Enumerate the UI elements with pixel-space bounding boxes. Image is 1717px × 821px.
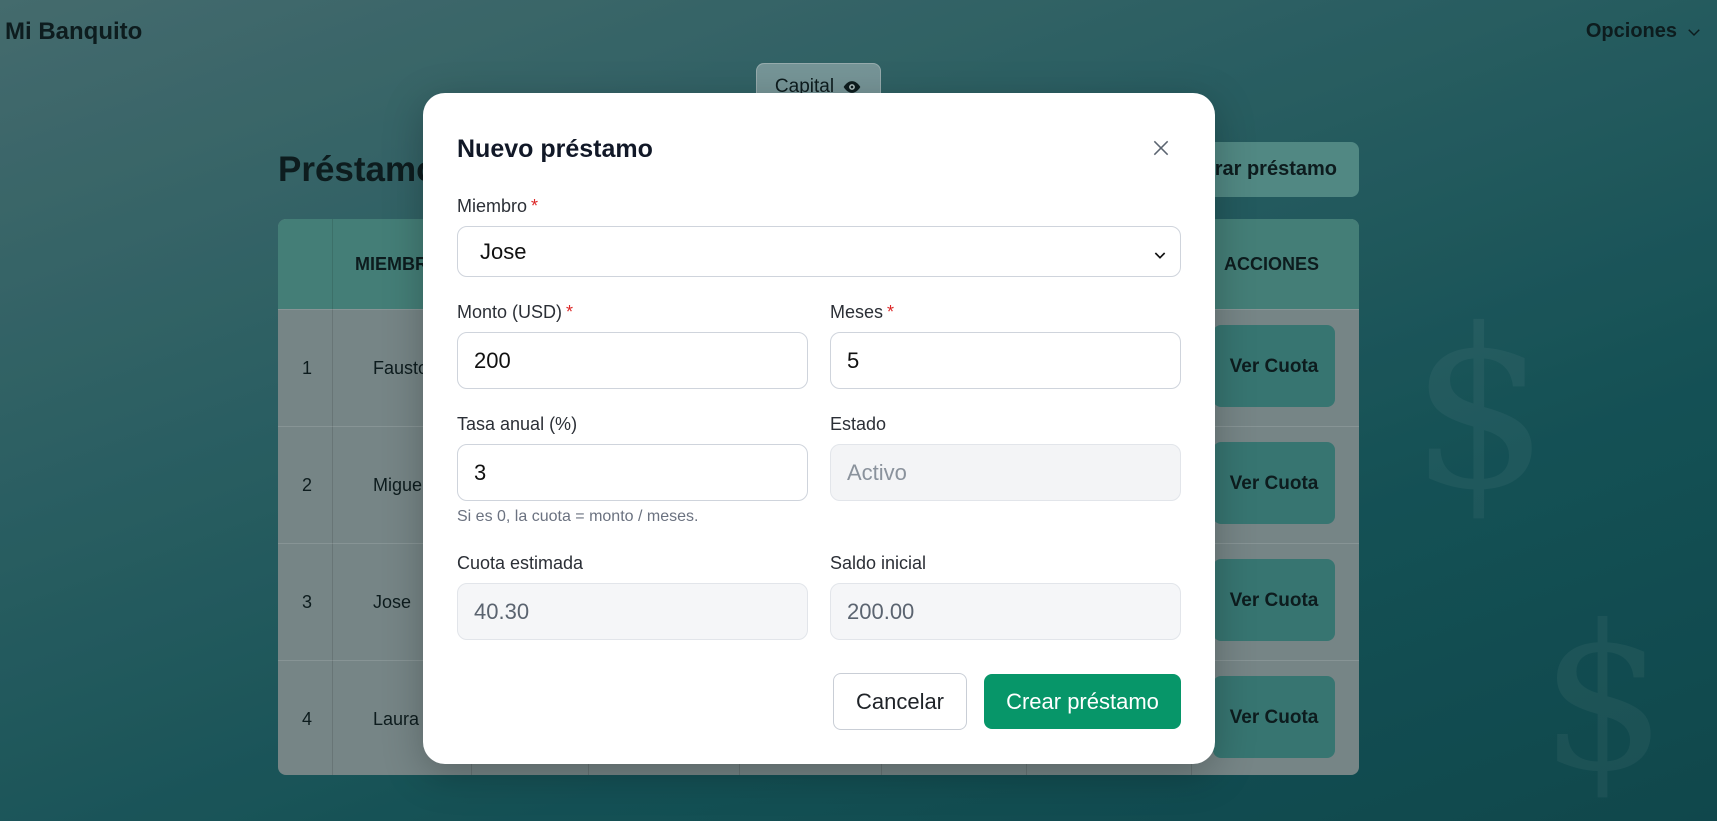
member-select[interactable]: Jose bbox=[457, 226, 1181, 277]
initial-balance-field-label: Saldo inicial bbox=[830, 553, 927, 573]
required-mark: * bbox=[566, 302, 574, 322]
new-loan-dialog: Nuevo préstamo Miembro * Jose Monto (USD)… bbox=[423, 93, 1215, 764]
chevron-down-icon bbox=[1154, 252, 1166, 259]
member-field-label: Miembro * bbox=[457, 196, 538, 217]
months-label-text: Meses bbox=[830, 302, 884, 322]
months-input[interactable] bbox=[830, 332, 1181, 389]
status-field-label: Estado bbox=[830, 414, 887, 434]
required-mark: * bbox=[887, 302, 895, 322]
cancel-button[interactable]: Cancelar bbox=[833, 673, 967, 730]
rate-field-label: Tasa anual (%) bbox=[457, 414, 578, 434]
dialog-title: Nuevo préstamo bbox=[457, 135, 653, 163]
months-field-label: Meses * bbox=[830, 302, 894, 323]
estimated-installment-input bbox=[457, 583, 808, 640]
rate-hint: Si es 0, la cuota = monto / meses. bbox=[457, 508, 699, 525]
installment-field-label: Cuota estimada bbox=[457, 553, 584, 573]
member-label-text: Miembro bbox=[457, 196, 528, 216]
amount-label-text: Monto (USD) bbox=[457, 302, 563, 322]
amount-input[interactable] bbox=[457, 332, 808, 389]
member-select-value: Jose bbox=[480, 238, 527, 264]
annual-rate-input[interactable] bbox=[457, 444, 808, 501]
close-button[interactable] bbox=[1148, 135, 1174, 161]
create-loan-button[interactable]: Crear préstamo bbox=[984, 674, 1181, 729]
required-mark: * bbox=[531, 196, 539, 216]
close-icon bbox=[1153, 140, 1169, 156]
initial-balance-input bbox=[830, 583, 1181, 640]
status-input bbox=[830, 444, 1181, 501]
amount-field-label: Monto (USD) * bbox=[457, 302, 573, 323]
